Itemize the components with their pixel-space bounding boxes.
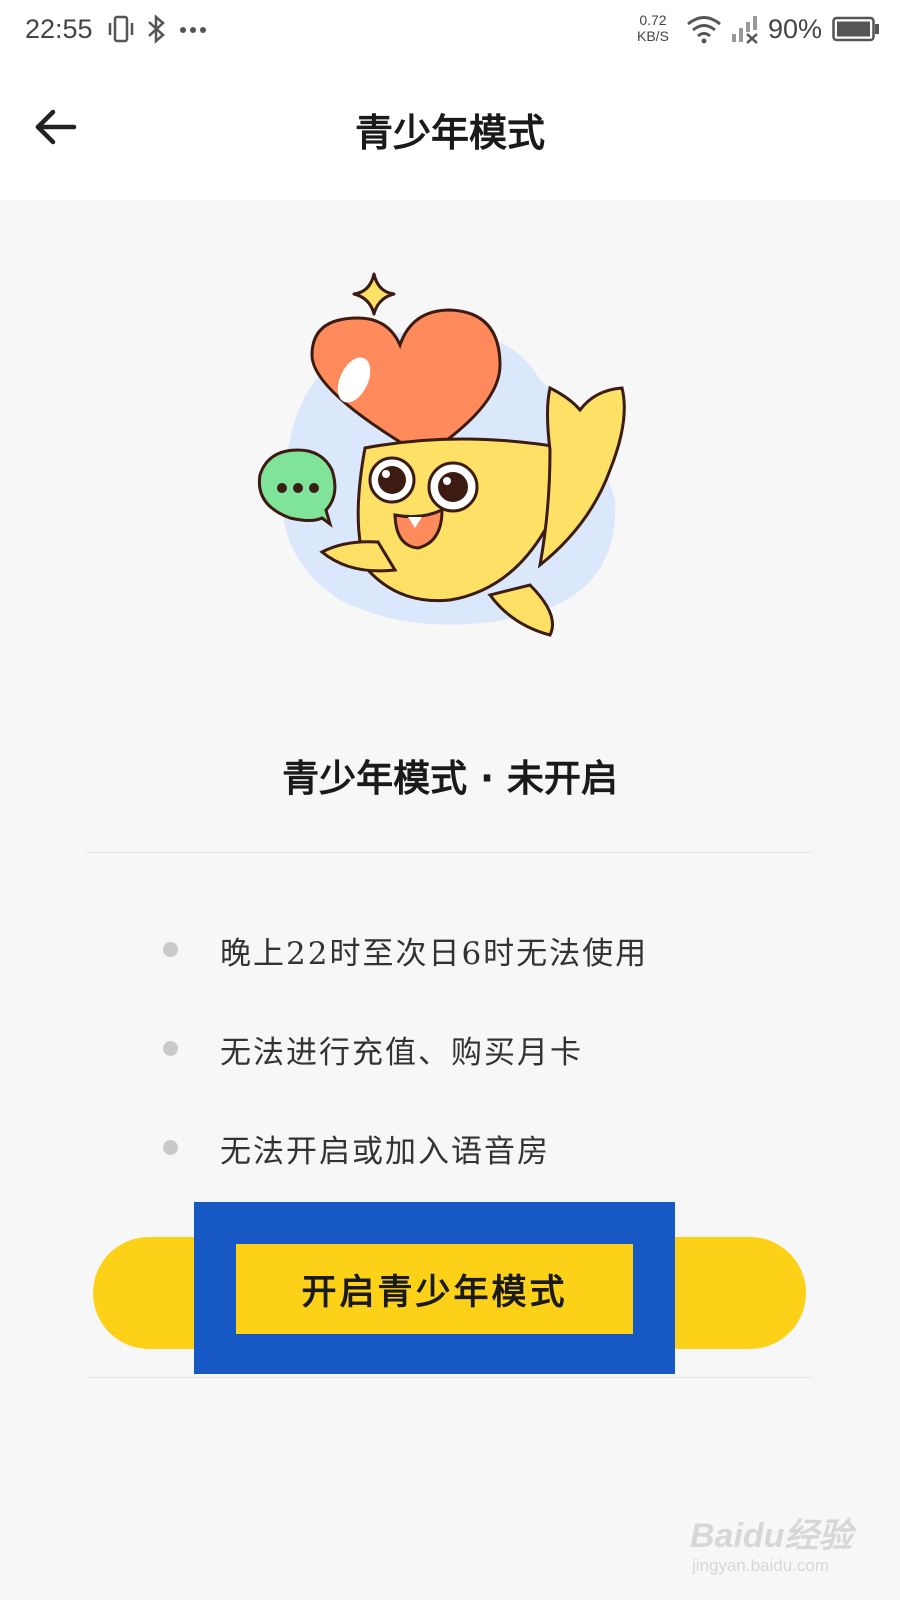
network-speed-unit: KB/S: [637, 28, 669, 44]
divider-top: [86, 852, 813, 853]
app-header: 青少年模式: [0, 64, 900, 200]
signal-icon: [732, 16, 758, 44]
page-title: 青少年模式: [354, 111, 545, 155]
mode-status-title: 青少年模式 · 未开启: [282, 757, 618, 800]
bluetooth-icon: [148, 14, 165, 44]
bullet-dot: [163, 1140, 178, 1155]
battery-percent: 90%: [768, 14, 823, 44]
divider-bottom: [86, 1377, 813, 1378]
watermark-brand: Baidu经验: [690, 1517, 853, 1555]
enable-teen-mode-label: 开启青少年模式: [301, 1272, 568, 1313]
rule-text: 晚上22时至次日6时无法使用: [220, 936, 649, 972]
wifi-icon: [687, 16, 721, 44]
bullet-dot: [163, 1041, 178, 1056]
status-bar: 22:55 0.72 KB/S 90%: [0, 0, 900, 64]
more-dots-icon: [180, 27, 206, 33]
watermark-url: jingyan.baidu.com: [692, 1556, 830, 1575]
sparkle-icon: [352, 272, 396, 316]
rule-text: 无法开启或加入语音房: [220, 1134, 550, 1170]
vibrate-icon: [108, 15, 134, 43]
rule-text: 无法进行充值、购买月卡: [220, 1035, 583, 1071]
watermark: Baidu经验 jingyan.baidu.com: [690, 1508, 870, 1588]
bullet-dot: [163, 942, 178, 957]
status-time: 22:55: [25, 14, 93, 44]
mascot-illustration: [257, 272, 626, 637]
network-speed-value: 0.72: [639, 12, 667, 28]
enable-teen-mode-button[interactable]: 开启青少年模式: [236, 1244, 633, 1334]
battery-icon: [832, 16, 879, 42]
network-speed: 0.72 KB/S: [637, 12, 669, 44]
